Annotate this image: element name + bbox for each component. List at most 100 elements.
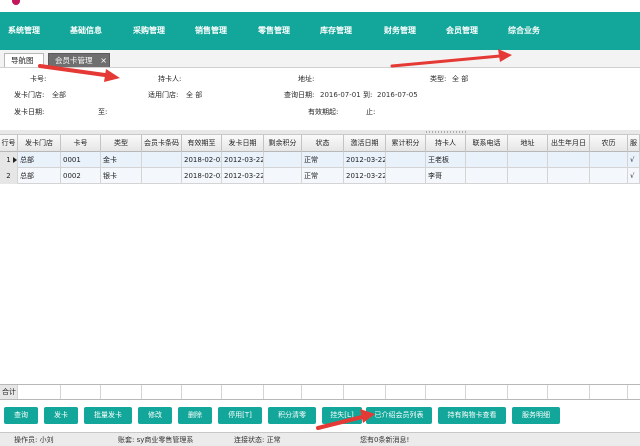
column-header[interactable]: 出生年月日 [548,135,590,152]
query-date-from-field[interactable]: 2016-07-01 [320,90,361,100]
table-cell[interactable]: 0001 [61,152,101,168]
table-row[interactable]: 2 总部 0002 银卡 2018-02-02 2012-03-22 正常 20… [0,168,640,184]
table-cell[interactable] [466,168,508,184]
tab-member-card-management[interactable]: 会员卡管理 × [48,53,110,67]
table-cell[interactable]: √ [628,168,640,184]
column-header[interactable]: 农历 [590,135,628,152]
table-cell[interactable]: 银卡 [101,168,142,184]
menu-item-sales[interactable]: 销售管理 [195,24,227,38]
column-header[interactable]: 累计积分 [386,135,426,152]
total-cell [18,385,61,399]
table-cell[interactable]: 总部 [18,168,61,184]
batch-issue-card-button[interactable]: 批量发卡 [84,407,132,424]
table-cell[interactable]: 2012-03-22 [344,152,386,168]
column-header[interactable]: 联系电话 [466,135,508,152]
menu-item-purchase[interactable]: 采购管理 [133,24,165,38]
table-cell[interactable]: 总部 [18,152,61,168]
total-cell [508,385,548,399]
status-messages[interactable]: 您有0条新消息! [360,435,409,445]
row-number-cell: 1 [0,152,18,168]
table-cell[interactable] [264,152,302,168]
table-cell[interactable]: 2012-03-22 [222,152,264,168]
main-menu-bar: 系统管理 基础信息 采购管理 销售管理 零售管理 库存管理 财务管理 会员管理 … [0,12,640,50]
close-icon[interactable]: × [100,54,107,67]
edit-button[interactable]: 修改 [138,407,172,424]
column-header[interactable]: 有效期至 [182,135,222,152]
table-cell[interactable] [264,168,302,184]
table-row[interactable]: 1 总部 0001 金卡 2018-02-02 2012-03-22 正常 20… [0,152,640,168]
report-loss-button[interactable]: 挂失[L] [322,407,362,424]
column-header[interactable]: 卡号 [61,135,101,152]
valid-to-field[interactable] [378,107,438,117]
query-button[interactable]: 查询 [4,407,38,424]
issue-store-label: 发卡门店: [14,91,45,99]
table-cell[interactable] [142,168,182,184]
table-cell[interactable]: 2018-02-02 [182,168,222,184]
table-cell[interactable]: 正常 [302,152,344,168]
total-cell [142,385,182,399]
column-header[interactable]: 行号 [0,135,18,152]
menu-item-system[interactable]: 系统管理 [8,24,40,38]
column-header[interactable]: 发卡日期 [222,135,264,152]
column-header[interactable]: 状态 [302,135,344,152]
issue-card-button[interactable]: 发卡 [44,407,78,424]
referred-members-button[interactable]: 已介绍会员列表 [366,407,432,424]
table-cell[interactable]: 2018-02-02 [182,152,222,168]
card-no-field[interactable] [50,74,130,84]
delete-button[interactable]: 删除 [178,407,212,424]
column-header[interactable]: 地址 [508,135,548,152]
table-cell[interactable]: √ [628,152,640,168]
column-header[interactable]: 激活日期 [344,135,386,152]
table-cell[interactable]: 2012-03-22 [344,168,386,184]
column-header[interactable]: 会员卡条码 [142,135,182,152]
address-field[interactable] [318,74,408,84]
column-header[interactable]: 发卡门店 [18,135,61,152]
menu-item-basic-info[interactable]: 基础信息 [70,24,102,38]
splitter-grip-icon [426,131,466,133]
holder-field[interactable] [184,74,264,84]
total-label: 合计 [0,385,18,399]
view-shopping-cards-button[interactable]: 持有购物卡查看 [438,407,506,424]
menu-item-integrated[interactable]: 综合业务 [508,24,540,38]
table-cell[interactable] [590,152,628,168]
query-date-to-field[interactable]: 2016-07-05 [377,90,418,100]
issue-date-to-field[interactable] [112,107,172,117]
status-bar: 操作员: 小刘 账套: sy商业零售管理系 连接状态: 正常 您有0条新消息! [0,432,640,446]
table-cell[interactable] [508,168,548,184]
total-cell [590,385,628,399]
issue-store-select[interactable]: 全部 [52,90,66,100]
table-cell[interactable] [548,152,590,168]
type-select[interactable]: 全 部 [452,74,468,84]
column-header[interactable]: 持卡人 [426,135,466,152]
menu-item-inventory[interactable]: 库存管理 [320,24,352,38]
disable-button[interactable]: 停用[T] [218,407,262,424]
member-card-table: 行号 发卡门店 卡号 类型 会员卡条码 有效期至 发卡日期 剩余积分 状态 激活… [0,134,640,386]
column-header[interactable]: 服 [628,135,640,152]
table-cell[interactable] [508,152,548,168]
service-details-button[interactable]: 服务明细 [512,407,560,424]
table-cell[interactable] [386,152,426,168]
reset-points-button[interactable]: 积分清零 [268,407,316,424]
table-cell[interactable]: 王老板 [426,152,466,168]
apply-store-select[interactable]: 全 部 [186,90,202,100]
issue-date-from-field[interactable] [52,107,92,117]
menu-item-finance[interactable]: 财务管理 [384,24,416,38]
table-cell[interactable]: 金卡 [101,152,142,168]
table-cell[interactable] [548,168,590,184]
valid-from-label: 有效期起: [308,108,339,116]
tab-label: 会员卡管理 [55,56,93,65]
valid-from-field[interactable] [346,107,364,117]
column-header[interactable]: 类型 [101,135,142,152]
column-header[interactable]: 剩余积分 [264,135,302,152]
table-cell[interactable] [142,152,182,168]
table-cell[interactable] [590,168,628,184]
table-cell[interactable]: 正常 [302,168,344,184]
table-cell[interactable] [386,168,426,184]
table-cell[interactable]: 2012-03-22 [222,168,264,184]
table-cell[interactable]: 李哥 [426,168,466,184]
table-cell[interactable] [466,152,508,168]
table-cell[interactable]: 0002 [61,168,101,184]
menu-item-member[interactable]: 会员管理 [446,24,478,38]
menu-item-retail[interactable]: 零售管理 [258,24,290,38]
tab-navigation[interactable]: 导航图 [4,53,44,67]
